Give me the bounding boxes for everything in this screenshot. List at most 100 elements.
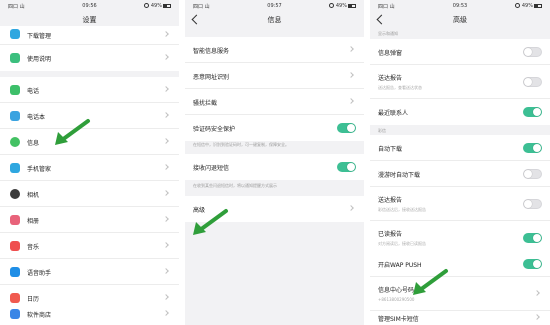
- wap-push-item: 开启WAP PUSH: [370, 251, 550, 277]
- chevron-right-icon: [163, 190, 169, 196]
- settings-item-label: 使用说明: [27, 56, 52, 63]
- item-label: 智能信息服务: [193, 48, 230, 55]
- roaming-auto-download-item: 漫游时自动下载: [370, 161, 550, 187]
- chevron-right-icon: [163, 294, 169, 300]
- settings-item-gallery[interactable]: 相册: [0, 207, 179, 233]
- chevron-right-icon: [163, 242, 169, 248]
- item-label: 开启WAP PUSH: [378, 262, 422, 269]
- item-label: 已读报告: [378, 231, 403, 238]
- settings-item-voice-assistant[interactable]: 语音助手: [0, 259, 179, 285]
- chevron-right-icon: [163, 138, 169, 144]
- chevron-right-icon: [163, 86, 169, 92]
- settings-item-manual[interactable]: 使用说明: [0, 45, 179, 71]
- item-subtitle: 送达报告，查看送达状态: [378, 85, 422, 90]
- section-header-display: 显示和通知: [378, 31, 398, 36]
- settings-item-contacts[interactable]: 电话本: [0, 103, 179, 129]
- manage-sim-sms-item[interactable]: 管理SIM卡短信: [370, 311, 550, 325]
- settings-item-label: 相机: [27, 192, 40, 199]
- settings-item-label: 电话本: [27, 114, 46, 121]
- message-icon: [10, 137, 20, 147]
- settings-item-label: 日历: [27, 296, 40, 303]
- chevron-right-icon: [163, 216, 169, 222]
- sms-center-number-item[interactable]: 信息中心号码 +8613800290500: [370, 277, 550, 311]
- auto-download-item: 自动下载: [370, 135, 550, 161]
- gallery-icon: [10, 215, 20, 225]
- receive-flash-sms-note: 在收到某些闪退短信时，将以通知提醒方式展示: [193, 183, 277, 188]
- alarm-icon: [143, 3, 149, 8]
- settings-item-label: 信息: [27, 140, 40, 147]
- message-popup-toggle[interactable]: [523, 47, 542, 57]
- mms-delivery-report-toggle[interactable]: [523, 199, 542, 209]
- settings-item-music[interactable]: 音乐: [0, 233, 179, 259]
- code-protection-item: 验证码安全保护: [185, 115, 364, 141]
- manual-icon: [10, 53, 20, 63]
- read-report-item: 已读报告 对方阅读后，接收已读报告: [370, 221, 550, 255]
- chevron-right-icon: [163, 268, 169, 274]
- battery-percent: 49%: [521, 3, 533, 9]
- battery-indicator: 49%: [328, 3, 356, 9]
- malicious-url-item[interactable]: 恶意网址识别: [185, 63, 364, 89]
- chevron-right-icon: [163, 54, 169, 60]
- advanced-settings-screen: 四口 山 09:53 49% 高级 显示和通知 信息弹窗 送达报告 送达报告，查…: [370, 0, 550, 325]
- advanced-item[interactable]: 高级: [185, 196, 364, 222]
- receive-flash-sms-item: 接收闪退短信: [185, 154, 364, 180]
- settings-item-camera[interactable]: 相机: [0, 181, 179, 207]
- app-store-icon: [10, 309, 20, 319]
- advanced-group-display: 信息弹窗 送达报告 送达报告，查看送达状态 最近联系人: [370, 39, 550, 125]
- roaming-auto-download-toggle[interactable]: [523, 169, 542, 179]
- settings-item-messages[interactable]: 信息: [0, 129, 179, 155]
- chevron-right-icon: [163, 164, 169, 170]
- section-header-mms: 彩信: [378, 128, 386, 133]
- nav-bar: 高级: [370, 12, 550, 29]
- settings-group-apps: 电话 电话本 信息 手机管家 相机 相册 音乐 语音助手 日历: [0, 77, 179, 311]
- item-label: 接收闪退短信: [193, 165, 230, 172]
- wap-push-toggle[interactable]: [523, 259, 542, 269]
- recent-contacts-item: 最近联系人: [370, 99, 550, 125]
- read-report-toggle[interactable]: [523, 233, 542, 243]
- message-popup-item: 信息弹窗: [370, 39, 550, 65]
- chevron-right-icon: [163, 31, 169, 37]
- alarm-icon: [328, 3, 334, 8]
- receive-flash-sms-toggle[interactable]: [337, 162, 356, 172]
- status-bar: 四口 山 09:56 49%: [0, 0, 179, 12]
- chevron-right-icon: [348, 98, 354, 104]
- settings-item-phone[interactable]: 电话: [0, 77, 179, 103]
- chevron-right-icon: [534, 314, 540, 320]
- chevron-right-icon: [348, 46, 354, 52]
- page-title: 高级: [453, 16, 467, 24]
- sms-delivery-report-item: 送达报告 送达报告，查看送达状态: [370, 65, 550, 99]
- item-label: 信息中心号码: [378, 287, 415, 294]
- recent-contacts-toggle[interactable]: [523, 107, 542, 117]
- download-icon: [10, 29, 20, 39]
- smart-message-service-item[interactable]: 智能信息服务: [185, 37, 364, 63]
- settings-group-bottom: 软件商店: [0, 303, 179, 325]
- messages-group-receive: 接收闪退短信: [185, 154, 364, 180]
- sms-delivery-report-toggle[interactable]: [523, 77, 542, 87]
- shield-icon: [10, 163, 20, 173]
- battery-icon: [348, 3, 356, 8]
- battery-icon: [163, 3, 171, 8]
- item-label: 验证码安全保护: [193, 126, 236, 133]
- calendar-icon: [10, 293, 20, 303]
- auto-download-toggle[interactable]: [523, 143, 542, 153]
- battery-indicator: 49%: [143, 3, 171, 9]
- voice-assistant-icon: [10, 267, 20, 277]
- item-subtitle: 对方阅读后，接收已读报告: [378, 241, 426, 246]
- item-label: 管理SIM卡短信: [378, 316, 419, 323]
- code-protection-toggle[interactable]: [337, 123, 356, 133]
- contacts-icon: [10, 111, 20, 121]
- item-label: 恶意网址识别: [193, 74, 230, 81]
- settings-item-label: 音乐: [27, 244, 40, 251]
- settings-screen: 四口 山 09:56 49% 设置 下载管理 使用说明 电话 电话本 信息 手机…: [0, 0, 179, 325]
- chevron-right-icon: [163, 310, 169, 316]
- settings-item-label: 相册: [27, 218, 40, 225]
- chevron-right-icon: [163, 112, 169, 118]
- settings-item-phone-manager[interactable]: 手机管家: [0, 155, 179, 181]
- battery-percent: 49%: [150, 3, 162, 9]
- music-icon: [10, 241, 20, 251]
- spam-block-item[interactable]: 骚扰拦截: [185, 89, 364, 115]
- status-bar: 四口 山 09:57 49%: [185, 0, 364, 12]
- item-label: 最近联系人: [378, 110, 409, 117]
- settings-item-download-manager[interactable]: 下载管理: [0, 26, 179, 45]
- settings-item-app-store[interactable]: 软件商店: [0, 303, 179, 325]
